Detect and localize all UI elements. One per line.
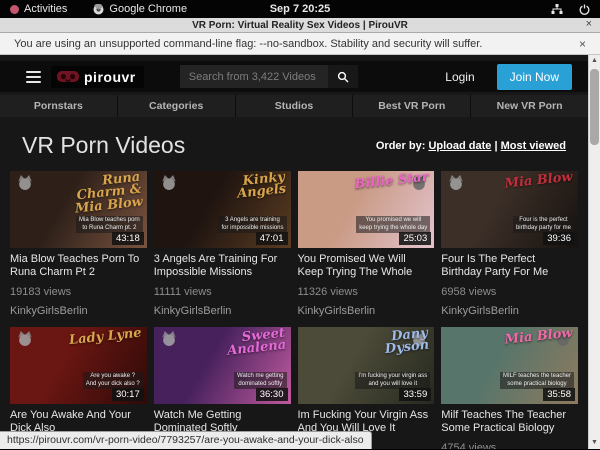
video-thumbnail[interactable]: Sweet Analena Watch me getting dominated… bbox=[154, 327, 291, 404]
order-separator: | bbox=[491, 140, 500, 152]
nav-item-categories[interactable]: Categories bbox=[118, 95, 236, 117]
close-window-icon[interactable]: × bbox=[586, 18, 592, 30]
scrollbar-thumb[interactable] bbox=[590, 69, 599, 145]
logo-text: pirouvr bbox=[84, 69, 136, 85]
vr-goggles-icon bbox=[56, 70, 80, 83]
duration-badge: 43:18 bbox=[112, 232, 144, 245]
clock[interactable]: Sep 7 20:25 bbox=[0, 3, 600, 15]
search-input[interactable] bbox=[180, 65, 328, 88]
duration-badge: 33:59 bbox=[399, 388, 431, 401]
thumbnail-performer-text: Runa Charm & Mia Blow bbox=[55, 172, 143, 218]
nav-item-best-vr-porn[interactable]: Best VR Porn bbox=[353, 95, 471, 117]
video-thumbnail[interactable]: Mia Blow MILF teaches the teacher some p… bbox=[441, 327, 578, 404]
thumbnail-caption: Four is the perfect birthday party for m… bbox=[513, 216, 574, 233]
video-card[interactable]: Billie Star You promised we will keep tr… bbox=[298, 171, 435, 317]
thumbnail-caption: 3 Angels are training for impossible mis… bbox=[218, 216, 286, 233]
dismiss-warning-icon[interactable]: × bbox=[579, 37, 586, 51]
studio-cat-logo-icon bbox=[159, 174, 179, 196]
video-thumbnail[interactable]: Dany Dyson I'm fucking your virgin ass a… bbox=[298, 327, 435, 404]
power-icon[interactable] bbox=[579, 4, 590, 15]
scroll-down-icon[interactable]: ▼ bbox=[589, 437, 600, 449]
network-icon[interactable] bbox=[551, 4, 563, 15]
video-title[interactable]: 3 Angels Are Training For Impossible Mis… bbox=[154, 253, 291, 279]
studio-cat-logo-icon bbox=[159, 330, 179, 352]
video-thumbnail[interactable]: Billie Star You promised we will keep tr… bbox=[298, 171, 435, 248]
thumbnail-caption: Are you awake ? And your dick also ? bbox=[83, 372, 143, 389]
thumbnail-performer-text: Dany Dyson bbox=[343, 328, 430, 361]
nav-item-new-vr-porn[interactable]: New VR Porn bbox=[471, 95, 588, 117]
thumbnail-performer-text: Lady Lyne bbox=[57, 328, 143, 349]
order-upload-date-link[interactable]: Upload date bbox=[428, 140, 491, 152]
unsupported-flag-warning: You are using an unsupported command-lin… bbox=[0, 33, 600, 55]
thumbnail-caption: MILF teaches the teacher some practical … bbox=[500, 372, 574, 389]
distro-icon bbox=[10, 5, 19, 14]
join-now-button[interactable]: Join Now bbox=[497, 64, 572, 90]
video-thumbnail[interactable]: Lady Lyne Are you awake ? And your dick … bbox=[10, 327, 147, 404]
site-logo[interactable]: pirouvr bbox=[51, 66, 144, 88]
video-card[interactable]: Runa Charm & Mia Blow Mia Blow teaches p… bbox=[10, 171, 147, 317]
video-card[interactable]: Kinky Angels 3 Angels are training for i… bbox=[154, 171, 291, 317]
vertical-scrollbar[interactable]: ▲ ▼ bbox=[588, 55, 600, 449]
video-title[interactable]: Mia Blow Teaches Porn To Runa Charm Pt 2 bbox=[10, 253, 147, 279]
duration-badge: 25:03 bbox=[399, 232, 431, 245]
studio-cat-logo-icon bbox=[15, 174, 35, 196]
thumbnail-performer-text: Sweet Analena bbox=[200, 328, 287, 361]
video-title[interactable]: You Promised We Will Keep Trying The Who… bbox=[298, 253, 435, 279]
site-header: pirouvr Login Join Now bbox=[0, 61, 588, 92]
hamburger-menu-icon[interactable] bbox=[26, 71, 41, 83]
duration-badge: 30:17 bbox=[112, 388, 144, 401]
search-button[interactable] bbox=[328, 65, 358, 88]
app-name-label: Google Chrome bbox=[109, 3, 187, 15]
order-by-controls: Order by: Upload date | Most viewed bbox=[376, 140, 566, 152]
duration-badge: 39:36 bbox=[543, 232, 575, 245]
thumbnail-caption: Watch me getting dominated softly bbox=[234, 372, 286, 389]
video-card[interactable]: Mia Blow Four is the perfect birthday pa… bbox=[441, 171, 578, 317]
duration-badge: 35:58 bbox=[543, 388, 575, 401]
video-thumbnail[interactable]: Kinky Angels 3 Angels are training for i… bbox=[154, 171, 291, 248]
view-count: 6958 views bbox=[441, 286, 578, 298]
nav-item-pornstars[interactable]: Pornstars bbox=[0, 95, 118, 117]
studio-link[interactable]: KinkyGirlsBerlin bbox=[298, 305, 435, 317]
warning-text: You are using an unsupported command-lin… bbox=[14, 38, 482, 50]
studio-cat-logo-icon bbox=[15, 330, 35, 352]
system-top-bar: Activities Google Chrome Sep 7 20:25 bbox=[0, 0, 600, 18]
video-thumbnail[interactable]: Runa Charm & Mia Blow Mia Blow teaches p… bbox=[10, 171, 147, 248]
chrome-icon bbox=[93, 4, 104, 15]
view-count: 4754 views bbox=[441, 442, 578, 449]
video-title[interactable]: Four Is The Perfect Birthday Party For M… bbox=[441, 253, 578, 279]
view-count: 19183 views bbox=[10, 286, 147, 298]
studio-link[interactable]: KinkyGirlsBerlin bbox=[154, 305, 291, 317]
thumbnail-caption: Mia Blow teaches porn to Runa Charm pt. … bbox=[76, 216, 143, 233]
focused-app-menu[interactable]: Google Chrome bbox=[93, 3, 187, 15]
video-card[interactable]: Mia Blow MILF teaches the teacher some p… bbox=[441, 327, 578, 449]
duration-badge: 47:01 bbox=[256, 232, 288, 245]
order-by-label: Order by: bbox=[376, 140, 426, 152]
status-bar-url: https://pirouvr.com/vr-porn-video/779325… bbox=[0, 431, 372, 449]
video-thumbnail[interactable]: Mia Blow Four is the perfect birthday pa… bbox=[441, 171, 578, 248]
studio-cat-logo-icon bbox=[446, 174, 466, 196]
nav-item-studios[interactable]: Studios bbox=[236, 95, 354, 117]
video-title[interactable]: Milf Teaches The Teacher Some Practical … bbox=[441, 409, 578, 435]
order-most-viewed-link[interactable]: Most viewed bbox=[501, 140, 566, 152]
browser-title-bar: VR Porn: Virtual Reality Sex Videos | Pi… bbox=[0, 18, 600, 33]
login-link[interactable]: Login bbox=[445, 70, 474, 84]
activities-label: Activities bbox=[24, 3, 67, 15]
thumbnail-performer-text: Kinky Angels bbox=[200, 172, 287, 205]
search-icon bbox=[337, 71, 349, 83]
duration-badge: 36:30 bbox=[256, 388, 288, 401]
studio-link[interactable]: KinkyGirlsBerlin bbox=[10, 305, 147, 317]
page-title: VR Porn Videos bbox=[22, 132, 185, 159]
view-count: 11111 views bbox=[154, 286, 291, 298]
thumbnail-caption: I'm fucking your virgin ass and you will… bbox=[355, 372, 430, 389]
thumbnail-performer-text: Mia Blow bbox=[488, 172, 574, 193]
thumbnail-caption: You promised we will keep trying the who… bbox=[356, 216, 430, 233]
scroll-up-icon[interactable]: ▲ bbox=[589, 55, 600, 67]
window-title: VR Porn: Virtual Reality Sex Videos | Pi… bbox=[192, 20, 408, 31]
studio-link[interactable]: KinkyGirlsBerlin bbox=[441, 305, 578, 317]
video-grid: Runa Charm & Mia Blow Mia Blow teaches p… bbox=[0, 171, 588, 449]
page-viewport: pirouvr Login Join Now Pornstars Categor… bbox=[0, 55, 600, 449]
activities-button[interactable]: Activities bbox=[10, 3, 67, 15]
main-nav: Pornstars Categories Studios Best VR Por… bbox=[0, 95, 588, 117]
view-count: 11326 views bbox=[298, 286, 435, 298]
